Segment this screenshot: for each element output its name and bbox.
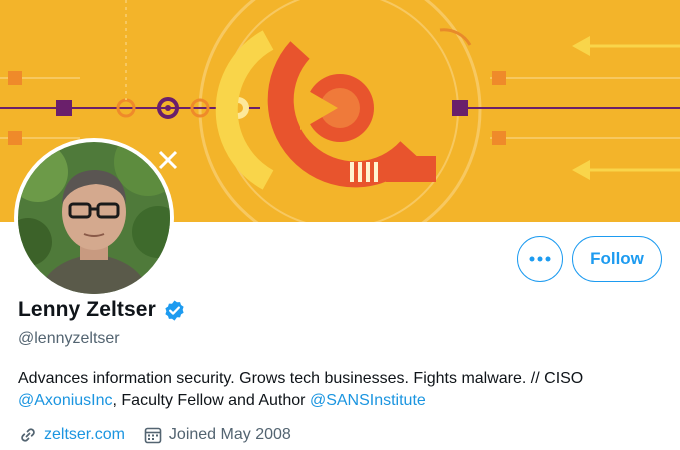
calendar-icon — [143, 425, 163, 445]
avatar-frame[interactable] — [14, 138, 174, 298]
mention-link-sans[interactable]: @SANSInstitute — [310, 392, 426, 409]
joined-date: Joined May 2008 — [168, 426, 291, 443]
bio-text: Advances information security. Grows tec… — [18, 370, 584, 387]
more-options-button[interactable] — [517, 236, 563, 282]
avatar[interactable] — [18, 142, 170, 294]
name-row: Lenny Zeltser — [18, 298, 186, 322]
bio-text-2: , Faculty Fellow and Author — [112, 392, 310, 409]
website-link[interactable]: zeltser.com — [44, 426, 125, 444]
avatar-photo — [18, 142, 170, 294]
more-dots-icon — [529, 256, 551, 262]
display-name: Lenny Zeltser — [18, 298, 156, 321]
profile-bio: Advances information security. Grows tec… — [18, 368, 668, 412]
profile-meta: zeltser.com Joined May 2008 — [18, 425, 309, 445]
verified-badge-icon — [163, 299, 186, 322]
user-handle: @lennyzeltser — [18, 330, 120, 347]
follow-button[interactable]: Follow — [572, 236, 662, 282]
mention-link-axonius[interactable]: @AxoniusInc — [18, 392, 113, 409]
link-icon — [18, 425, 38, 445]
joined-item: Joined May 2008 — [143, 425, 291, 445]
website-item: zeltser.com — [18, 425, 125, 445]
